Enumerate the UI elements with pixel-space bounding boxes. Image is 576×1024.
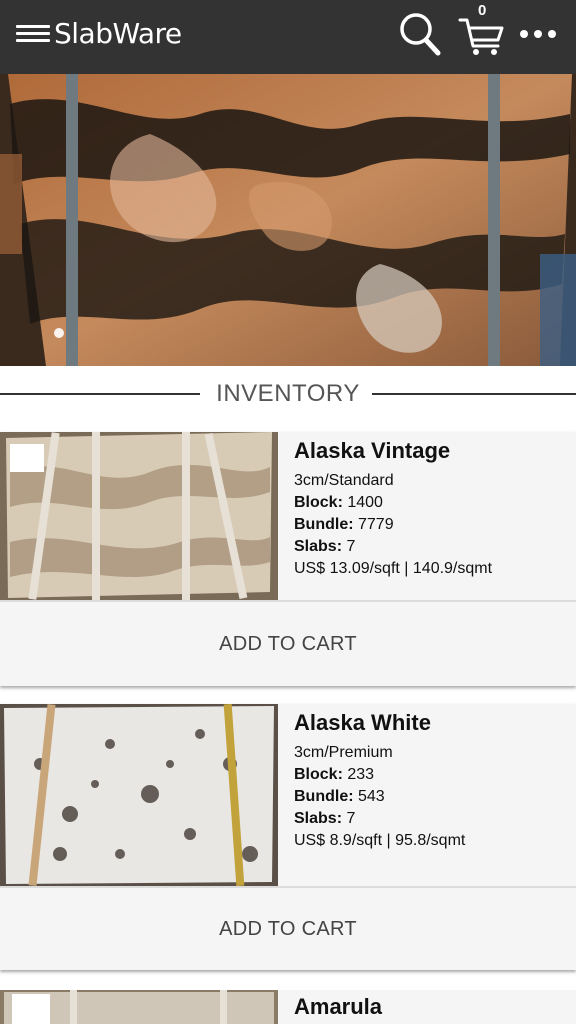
product-price: US$ 13.09/sqft | 140.9/sqmt [294,560,493,577]
add-to-cart-button[interactable]: ADD TO CART [0,888,576,970]
product-price: US$ 8.9/sqft | 95.8/sqmt [294,832,466,849]
product-image[interactable] [0,704,278,886]
bundle-label: Bundle: [294,516,354,533]
slabs-label: Slabs: [294,538,343,555]
product-card: Amarula [0,990,576,1024]
block-label: Block: [294,494,343,511]
hamburger-menu-icon[interactable] [16,25,50,45]
bundle-value: 543 [358,788,385,805]
product-name[interactable]: Amarula [294,994,574,1020]
product-finish: 3cm/Standard [294,472,394,489]
bundle-label: Bundle: [294,788,354,805]
product-info: Amarula [294,994,574,1024]
slabs-label: Slabs: [294,810,343,827]
more-dots-icon[interactable] [518,24,558,44]
product-info: Alaska White 3cm/Premium Block: 233 Bund… [294,710,574,852]
product-block: Block: 1400 [294,492,574,514]
product-image[interactable] [0,432,278,600]
product-card: Alaska White 3cm/Premium Block: 233 Bund… [0,704,576,970]
product-bundle: Bundle: 7779 [294,514,574,536]
block-value: 233 [347,766,375,783]
product-name[interactable]: Alaska White [294,710,574,736]
slabs-value: 7 [346,538,356,555]
product-name[interactable]: Alaska Vintage [294,438,574,464]
hero-slab-image[interactable] [0,74,576,366]
product-card: Alaska Vintage 3cm/Standard Block: 1400 … [0,432,576,686]
block-value: 1400 [347,494,383,511]
product-bundle: Bundle: 543 [294,786,574,808]
add-to-cart-button[interactable]: ADD TO CART [0,602,576,686]
bundle-value: 7779 [358,516,394,533]
cart-count-badge: 0 [478,2,487,19]
top-app-bar: SlabWare 0 [0,0,576,74]
inventory-section-header: INVENTORY [0,366,576,430]
product-finish: 3cm/Premium [294,744,393,761]
product-slabs: Slabs: 7 [294,536,574,558]
product-image[interactable] [0,990,278,1024]
product-info: Alaska Vintage 3cm/Standard Block: 1400 … [294,438,574,580]
product-slabs: Slabs: 7 [294,808,574,830]
block-label: Block: [294,766,343,783]
search-icon[interactable] [398,10,442,58]
carousel-indicator-dot[interactable] [54,328,64,338]
header-divider-right [372,393,576,395]
product-block: Block: 233 [294,764,574,786]
slabs-value: 7 [346,810,356,827]
app-title: SlabWare [54,17,182,50]
